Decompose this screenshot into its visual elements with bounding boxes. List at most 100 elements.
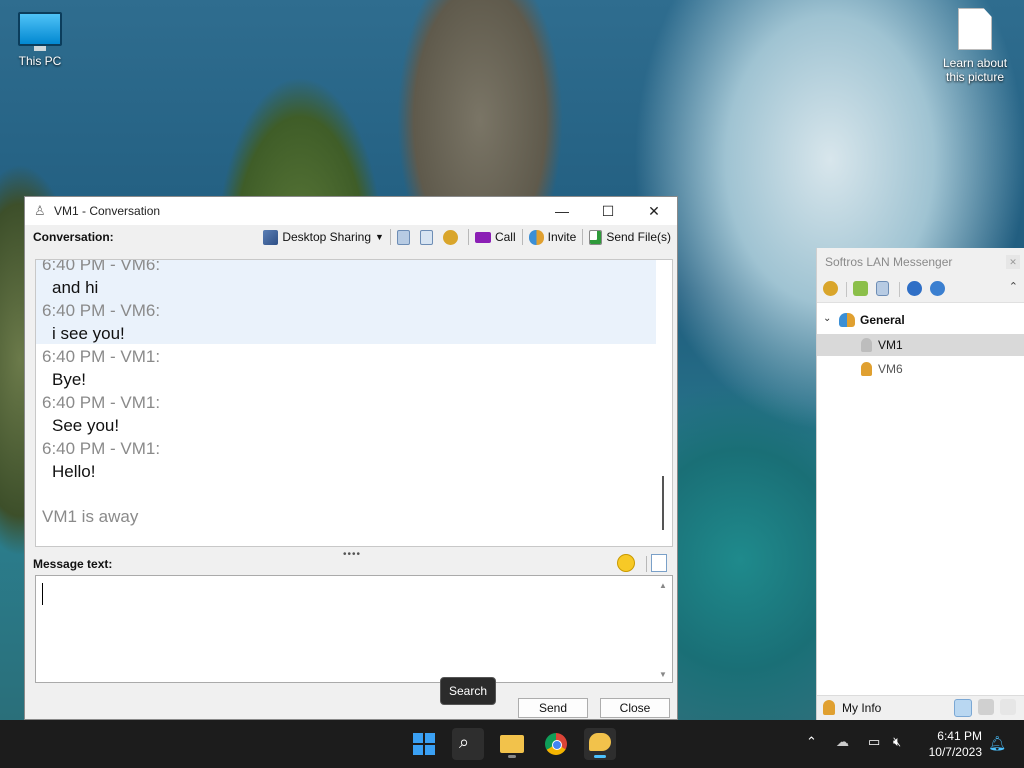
notification-bell-icon[interactable]: 🔔︎ [988,735,1006,752]
call-label: Call [494,230,516,244]
group-icon [839,313,855,327]
message-text: Hello! [52,462,96,481]
call-button[interactable]: Call [474,230,516,244]
message-text: i see you! [52,324,125,343]
help-icon[interactable] [907,281,922,296]
message-bar: Message text: [33,554,673,576]
search-button[interactable]: ⌕ [452,728,484,760]
status-message: VM1 is away [42,507,139,526]
contact-item-vm1[interactable]: VM1 [817,334,1024,356]
contact-item-vm6[interactable]: VM6 [817,358,1024,380]
invite-button[interactable]: Invite [528,229,577,245]
volume-muted-icon[interactable]: 🔇︎ [893,734,901,750]
messenger-icon [589,733,611,751]
text-caret [42,583,43,605]
desktop-icon-label: Learn about this picture [942,56,1008,84]
status-busy-icon[interactable] [978,699,994,715]
collapse-toolbar-icon[interactable]: ⌃ [1009,280,1018,293]
message-meta: 6:40 PM - VM1: [42,439,161,458]
toolbar-divider [582,229,584,245]
chevron-up-icon[interactable]: ⌃ [806,734,817,750]
lan-messenger-taskbar-button[interactable] [584,728,616,760]
chevron-down-icon[interactable]: ⌄ [823,313,831,324]
start-button[interactable] [408,728,440,760]
history-icon [396,229,410,245]
chrome-button[interactable] [540,728,572,760]
close-icon[interactable]: ✕ [1006,255,1020,269]
info-icon[interactable] [930,281,945,296]
toolbar-divider [846,282,847,297]
desktop-icon-label: This PC [18,54,62,68]
user-icon: ♙ [34,203,46,218]
message-meta: 6:40 PM - VM6: [42,301,161,320]
history-button[interactable] [396,229,414,245]
folder-icon[interactable] [853,281,868,296]
contact-info-button[interactable] [419,229,437,245]
conversation-toolbar: Conversation: Desktop Sharing ▼ Call Inv… [25,225,677,249]
history-scrollbar[interactable] [662,476,664,530]
emoticon-icon[interactable] [617,554,635,572]
toolbar-divider [899,282,900,297]
messenger-status-bar: My Info [817,695,1024,720]
send-files-button[interactable]: Send File(s) [589,229,671,245]
send-files-label: Send File(s) [606,230,671,244]
formatting-icon[interactable] [651,554,667,572]
messenger-title-bar[interactable]: Softros LAN Messenger ✕ [817,248,1024,276]
send-button[interactable]: Send [518,698,588,718]
window-title: VM1 - Conversation [54,204,161,218]
search-tooltip: Search [440,677,496,705]
my-info-button[interactable]: My Info [842,701,881,715]
lan-messenger-window: Softros LAN Messenger ✕ ⌃ ⌄ General VM1 … [816,248,1024,720]
maximize-button[interactable]: ☐ [585,197,631,225]
conversation-window: ♙ VM1 - Conversation — ☐ ✕ Conversation:… [24,196,678,720]
contact-name: VM6 [878,362,903,376]
onedrive-icon[interactable]: ☁ [836,734,849,750]
minimize-button[interactable]: — [539,197,585,225]
user-online-icon [861,362,872,376]
message-text: See you! [52,416,120,435]
contact-group[interactable]: ⌄ General [817,310,1024,332]
invite-label: Invite [547,230,577,244]
message-text: Bye! [52,370,87,389]
desktop-sharing-icon [263,229,279,245]
video-camera-icon [474,231,491,243]
desktop-icon-this-pc[interactable]: This PC [0,12,80,68]
close-button[interactable]: Close [600,698,670,718]
desktop-sharing-button[interactable]: Desktop Sharing ▼ [263,229,384,245]
message-meta: 6:40 PM - VM6: [42,259,161,274]
scroll-up-icon[interactable]: ▲ [659,581,667,590]
message-input[interactable]: ▲ ▼ [35,575,673,683]
title-bar[interactable]: ♙ VM1 - Conversation — ☐ ✕ [25,197,677,225]
message-item: 6:40 PM - VM6: i see you! [42,299,160,345]
desktop-icon-learn-picture[interactable]: Learn about this picture [935,8,1015,84]
message-item: 6:40 PM - VM6: and hi [42,259,161,299]
network-icon[interactable]: ▭ [868,734,880,750]
folder-icon [500,735,524,753]
send-file-icon [589,229,603,245]
search-icon: ⌕ [459,732,470,752]
message-meta: 6:40 PM - VM1: [42,347,161,366]
conversation-label: Conversation: [33,230,114,244]
toolbar-divider [467,229,469,245]
status-away-icon[interactable] [1000,699,1016,715]
input-scrollbar[interactable]: ▲ ▼ [656,576,670,682]
message-text: and hi [52,278,99,297]
taskbar: ⌕ ⌃ ☁ ▭ 🔇︎ 6:41 PM 10/7/2023 🔔︎ [0,720,1024,768]
message-item: 6:40 PM - VM1: Bye! [42,345,160,391]
status-online-icon[interactable] [954,699,972,717]
desktop-sharing-label: Desktop Sharing [282,230,372,244]
file-explorer-button[interactable] [496,728,528,760]
scroll-down-icon[interactable]: ▼ [659,670,667,679]
settings-icon[interactable] [823,281,838,296]
clock[interactable]: 6:41 PM 10/7/2023 [929,728,982,760]
settings-button[interactable] [442,229,462,245]
conversation-history[interactable]: 6:40 PM - VM6: and hi 6:40 PM - VM6: i s… [35,259,673,547]
group-name: General [860,313,905,327]
close-window-button[interactable]: ✕ [631,197,677,225]
toolbar-divider [389,229,391,245]
clock-time: 6:41 PM [937,729,982,743]
message-text-label: Message text: [33,557,113,571]
messenger-toolbar: ⌃ [817,276,1024,303]
invite-users-icon [528,229,544,245]
history-icon[interactable] [876,281,889,296]
